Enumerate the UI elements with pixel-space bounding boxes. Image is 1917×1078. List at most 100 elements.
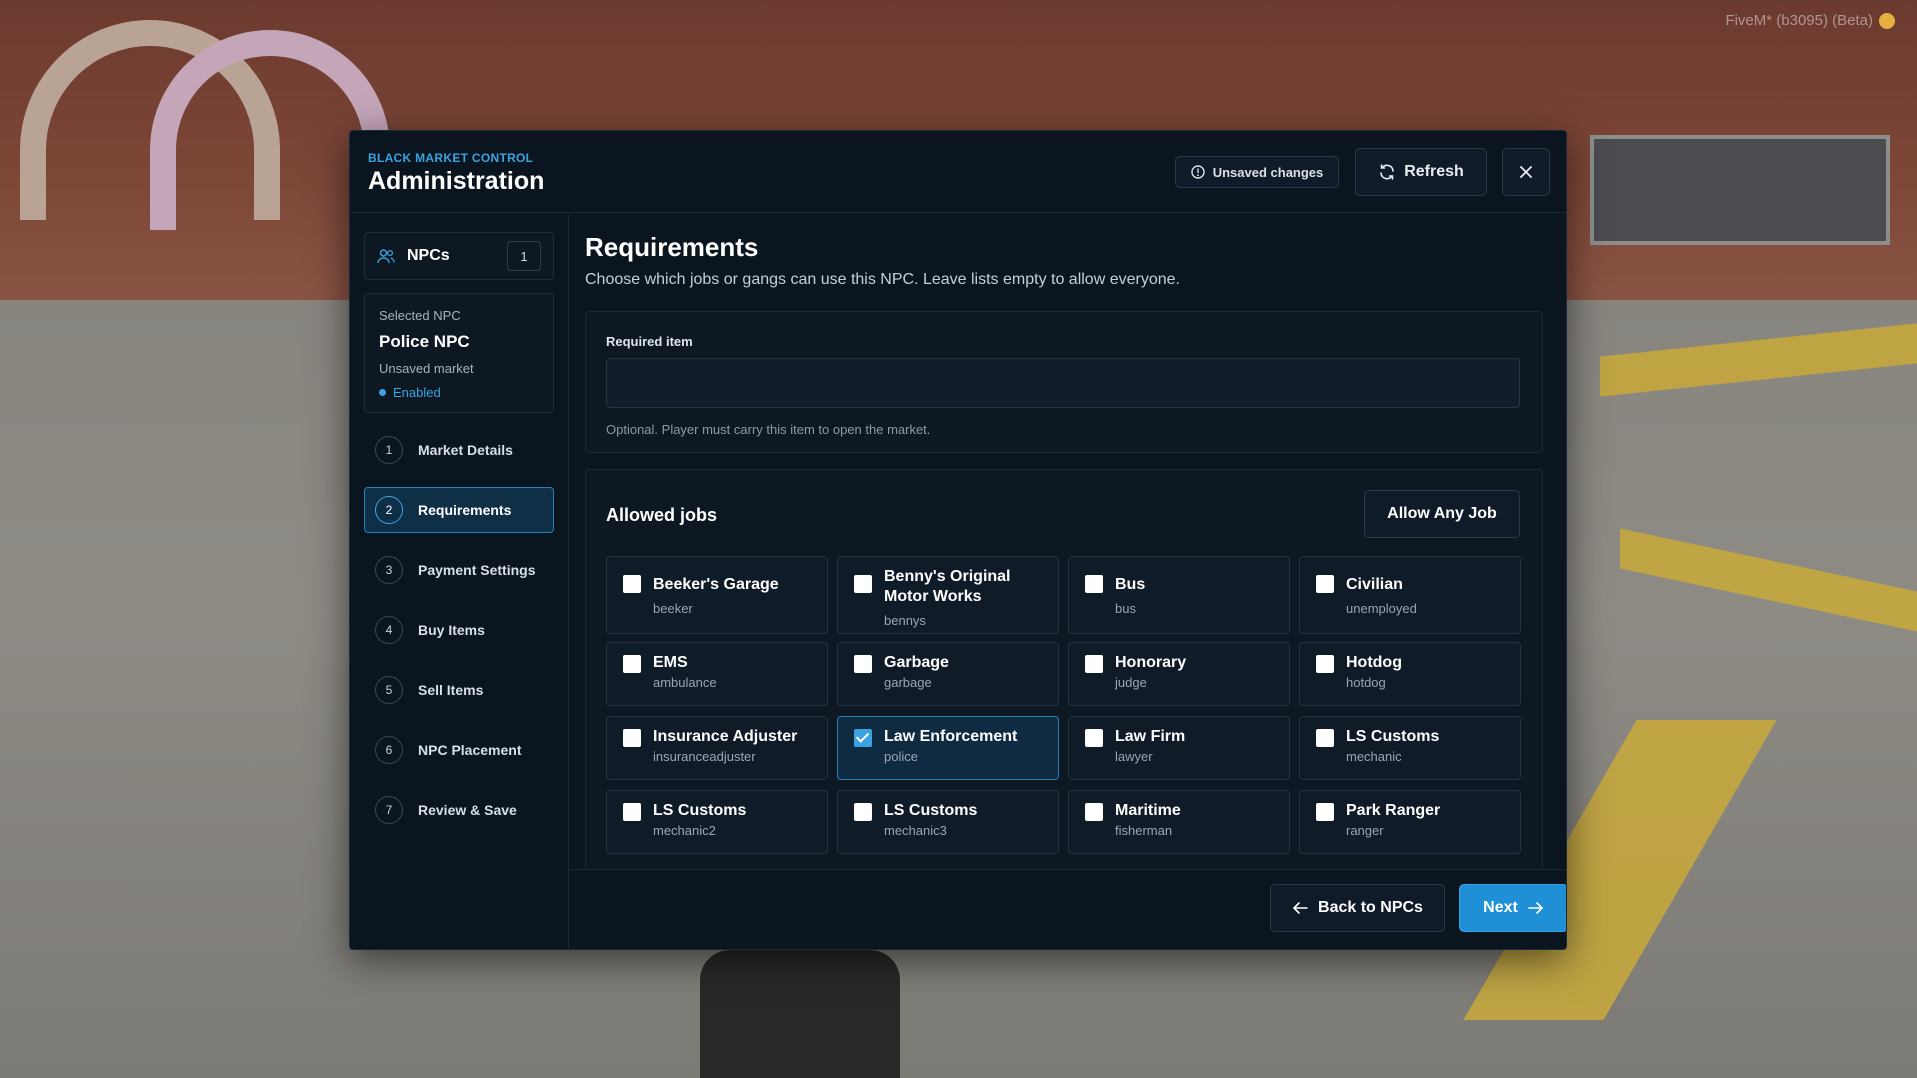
- wizard-steps: 1 Market Details 2 Requirements 3 Paymen…: [364, 427, 554, 847]
- close-button[interactable]: [1502, 148, 1550, 196]
- checkbox[interactable]: [1085, 575, 1103, 593]
- job-option[interactable]: Civilian unemployed: [1299, 556, 1521, 634]
- job-id: mechanic3: [884, 823, 947, 838]
- back-to-npcs-button[interactable]: Back to NPCs: [1270, 884, 1445, 932]
- refresh-button[interactable]: Refresh: [1355, 148, 1487, 196]
- job-name: LS Customs: [653, 802, 747, 819]
- selected-npc-kicker: Selected NPC: [379, 308, 461, 323]
- checkbox[interactable]: [1316, 575, 1334, 593]
- checkbox[interactable]: [1316, 803, 1334, 821]
- job-id: fisherman: [1115, 823, 1173, 838]
- step-number: 4: [375, 616, 403, 644]
- job-option[interactable]: Insurance Adjuster insuranceadjuster: [606, 716, 828, 780]
- job-name: Park Ranger: [1346, 802, 1441, 819]
- allowed-jobs-title: Allowed jobs: [606, 505, 718, 525]
- checkbox[interactable]: [1316, 655, 1334, 673]
- job-name: EMS: [653, 654, 688, 671]
- step-number: 5: [375, 676, 403, 704]
- job-option[interactable]: LS Customs mechanic2: [606, 790, 828, 854]
- checkbox[interactable]: [1085, 803, 1103, 821]
- job-id: hotdog: [1346, 675, 1386, 690]
- allow-any-job-button[interactable]: Allow Any Job: [1364, 490, 1520, 538]
- close-icon: [1520, 166, 1532, 178]
- job-option[interactable]: Bus bus: [1068, 556, 1290, 634]
- checkbox[interactable]: [854, 803, 872, 821]
- step-label: Market Details: [418, 442, 513, 458]
- users-icon: [377, 249, 395, 264]
- job-option[interactable]: Law Firm lawyer: [1068, 716, 1290, 780]
- job-id: garbage: [884, 675, 932, 690]
- job-option[interactable]: Park Ranger ranger: [1299, 790, 1521, 854]
- checkbox[interactable]: [623, 575, 641, 593]
- job-id: insuranceadjuster: [653, 749, 756, 764]
- allowed-jobs-card: Allowed jobs Allow Any Job Beeker's Gara…: [585, 469, 1543, 869]
- selected-npc-status: Enabled: [379, 385, 539, 400]
- step-number: 7: [375, 796, 403, 824]
- job-option[interactable]: LS Customs mechanic: [1299, 716, 1521, 780]
- job-option[interactable]: Honorary judge: [1068, 642, 1290, 706]
- required-item-label: Required item: [606, 334, 693, 349]
- job-name: Beeker's Garage: [653, 576, 779, 593]
- fivem-logo-icon: [1879, 12, 1895, 29]
- status-dot-icon: [379, 389, 386, 396]
- step-label: Payment Settings: [418, 562, 536, 578]
- job-option[interactable]: EMS ambulance: [606, 642, 828, 706]
- step-npc-placement[interactable]: 6 NPC Placement: [364, 727, 554, 773]
- job-id: mechanic: [1346, 749, 1402, 764]
- next-button[interactable]: Next: [1459, 884, 1566, 932]
- job-option[interactable]: Maritime fisherman: [1068, 790, 1290, 854]
- step-label: Sell Items: [418, 682, 484, 698]
- checkbox-checked[interactable]: [854, 729, 872, 747]
- step-sell-items[interactable]: 5 Sell Items: [364, 667, 554, 713]
- job-id: mechanic2: [653, 823, 716, 838]
- unsaved-changes-badge: Unsaved changes: [1175, 156, 1339, 188]
- checkbox[interactable]: [854, 575, 872, 593]
- checkbox[interactable]: [1085, 655, 1103, 673]
- job-option[interactable]: LS Customs mechanic3: [837, 790, 1059, 854]
- checkbox[interactable]: [623, 729, 641, 747]
- step-label: Review & Save: [418, 802, 517, 818]
- step-payment-settings[interactable]: 3 Payment Settings: [364, 547, 554, 593]
- modal-header: BLACK MARKET CONTROL Administration Unsa…: [350, 131, 1566, 213]
- npcs-nav-item[interactable]: NPCs 1: [364, 232, 554, 280]
- info-circle-icon: [1191, 165, 1205, 179]
- job-id: police: [884, 749, 918, 764]
- checkbox[interactable]: [623, 803, 641, 821]
- job-option[interactable]: Law Enforcement police: [837, 716, 1059, 780]
- page-title: Administration: [368, 167, 545, 195]
- step-market-details[interactable]: 1 Market Details: [364, 427, 554, 473]
- status-label: Enabled: [393, 385, 441, 400]
- checkbox[interactable]: [623, 655, 641, 673]
- job-option[interactable]: Hotdog hotdog: [1299, 642, 1521, 706]
- npcs-count-badge: 1: [507, 241, 541, 271]
- job-option[interactable]: Benny's Original Motor Works bennys: [837, 556, 1059, 634]
- step-number: 6: [375, 736, 403, 764]
- job-id: lawyer: [1115, 749, 1153, 764]
- arrow-right-icon: [1528, 902, 1543, 914]
- npcs-label: NPCs: [407, 247, 450, 264]
- job-id: unemployed: [1346, 601, 1417, 616]
- step-review-save[interactable]: 7 Review & Save: [364, 787, 554, 833]
- step-number: 1: [375, 436, 403, 464]
- unsaved-changes-label: Unsaved changes: [1212, 164, 1324, 180]
- job-option[interactable]: Garbage garbage: [837, 642, 1059, 706]
- step-buy-items[interactable]: 4 Buy Items: [364, 607, 554, 653]
- required-item-card: Required item Optional. Player must carr…: [585, 311, 1543, 453]
- player-character: [700, 950, 900, 1078]
- job-id: beeker: [653, 601, 693, 616]
- job-option[interactable]: Beeker's Garage beeker: [606, 556, 828, 634]
- job-name: Bus: [1115, 576, 1146, 593]
- selected-npc-name: Police NPC: [379, 332, 470, 351]
- step-label: Buy Items: [418, 622, 485, 638]
- checkbox[interactable]: [1085, 729, 1103, 747]
- checkbox[interactable]: [854, 655, 872, 673]
- modal-footer: Back to NPCs Next: [570, 869, 1566, 949]
- step-requirements[interactable]: 2 Requirements: [364, 487, 554, 533]
- sidebar: NPCs 1 Selected NPC Police NPC Unsaved m…: [350, 214, 569, 949]
- job-id: bennys: [884, 613, 926, 628]
- checkbox[interactable]: [1316, 729, 1334, 747]
- required-item-input[interactable]: [606, 358, 1520, 408]
- arrow-left-icon: [1292, 902, 1308, 914]
- refresh-icon: [1380, 164, 1395, 180]
- refresh-label: Refresh: [1404, 163, 1464, 180]
